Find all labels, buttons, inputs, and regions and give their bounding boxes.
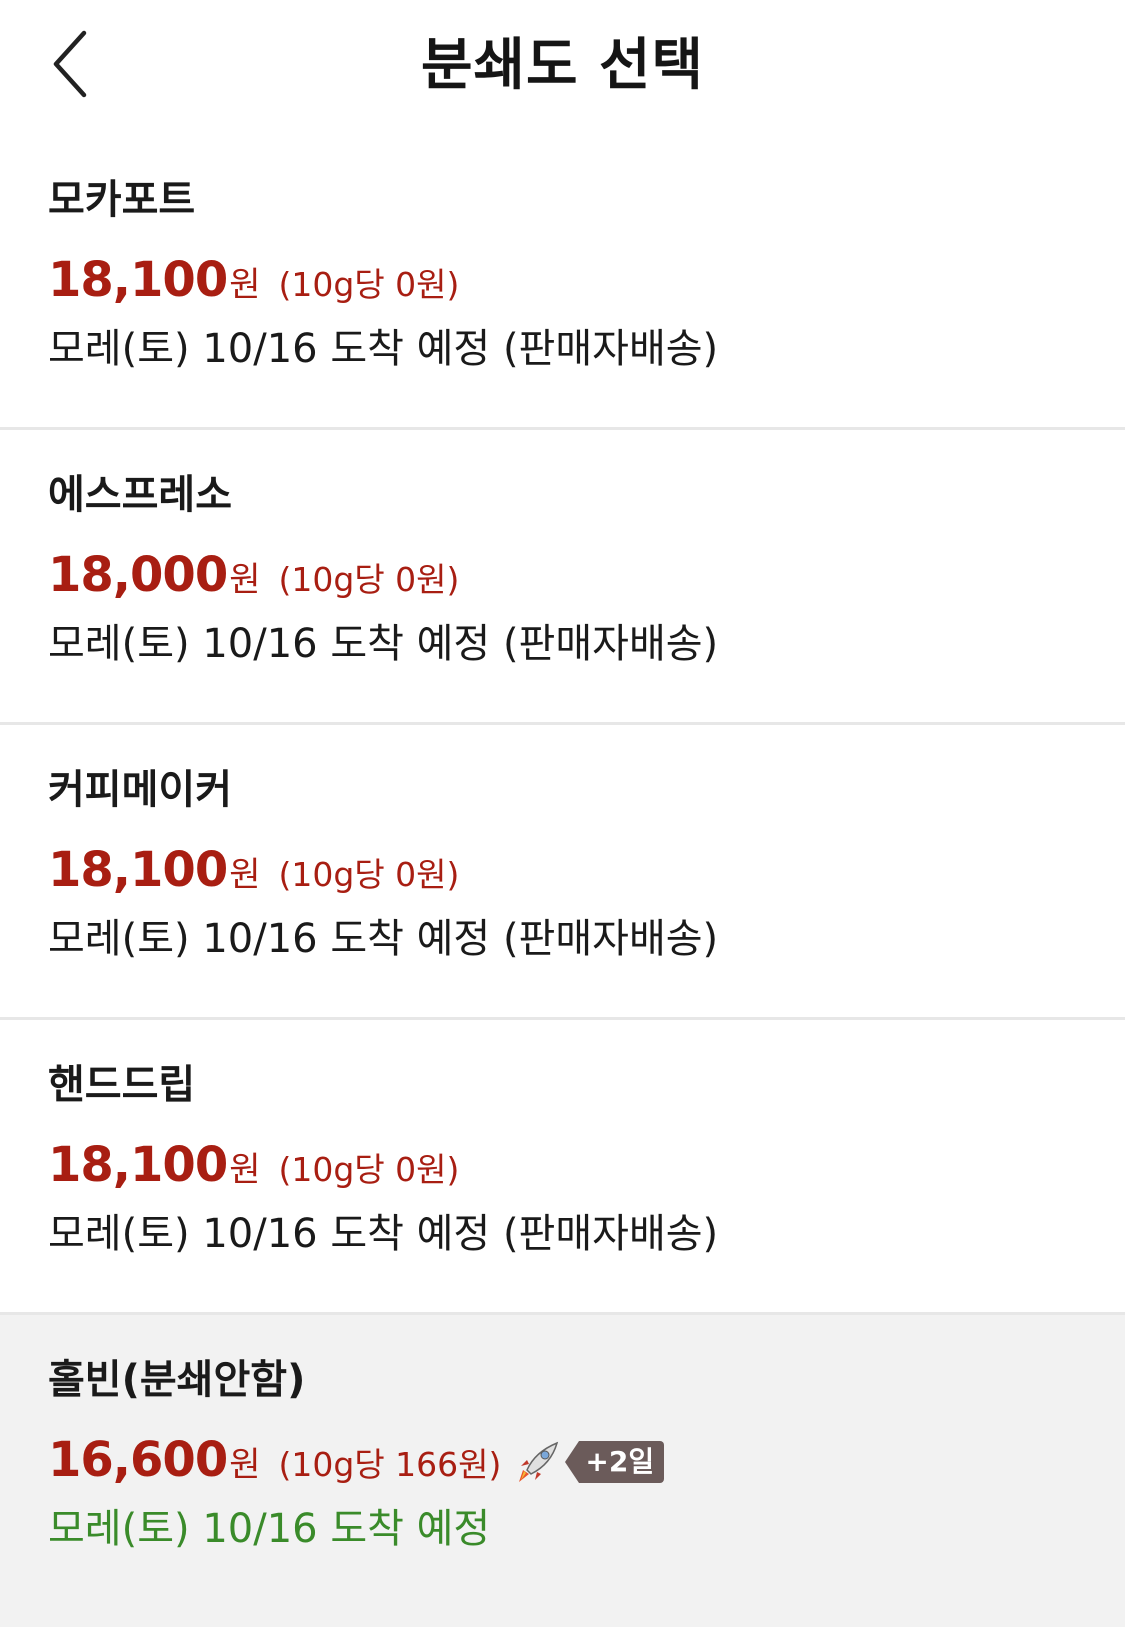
delivery-delay-badge: +2일	[565, 1441, 665, 1483]
price-value: 18,100	[48, 842, 228, 898]
unit-price: (10g당 0원)	[278, 855, 460, 894]
price-row: 16,600 원 (10g당 166원) +2일	[48, 1432, 665, 1492]
unit-price: (10g당 166원)	[278, 1445, 502, 1484]
price-row: 18,000 원 (10g당 0원)	[48, 547, 459, 607]
option-item[interactable]: 커피메이커 18,100 원 (10g당 0원) 모레(토) 10/16 도착 …	[0, 725, 1125, 1020]
price-row: 18,100 원 (10g당 0원)	[48, 1137, 459, 1197]
rocket-icon	[515, 1440, 561, 1484]
delivery-info: 모레(토) 10/16 도착 예정 (판매자배송)	[48, 916, 719, 962]
option-name: 홀빈(분쇄안함)	[48, 1357, 306, 1403]
price-value: 18,100	[48, 252, 228, 308]
price-unit: 원	[229, 265, 261, 305]
price-value: 16,600	[48, 1432, 228, 1488]
price-unit: 원	[229, 855, 261, 895]
price-unit: 원	[229, 1150, 261, 1190]
unit-price: (10g당 0원)	[278, 560, 460, 599]
option-name: 모카포트	[48, 177, 196, 223]
option-item[interactable]: 모카포트 18,100 원 (10g당 0원) 모레(토) 10/16 도착 예…	[0, 135, 1125, 430]
delivery-info: 모레(토) 10/16 도착 예정 (판매자배송)	[48, 621, 719, 667]
option-item[interactable]: 핸드드립 18,100 원 (10g당 0원) 모레(토) 10/16 도착 예…	[0, 1020, 1125, 1315]
header-bar: 분쇄도 선택	[0, 0, 1125, 135]
unit-price: (10g당 0원)	[278, 265, 460, 304]
option-name: 커피메이커	[48, 767, 232, 813]
unit-price: (10g당 0원)	[278, 1150, 460, 1189]
option-item[interactable]: 에스프레소 18,000 원 (10g당 0원) 모레(토) 10/16 도착 …	[0, 430, 1125, 725]
price-unit: 원	[229, 1445, 261, 1485]
price-value: 18,000	[48, 547, 228, 603]
delivery-info: 모레(토) 10/16 도착 예정	[48, 1506, 491, 1552]
price-row: 18,100 원 (10g당 0원)	[48, 252, 459, 312]
option-item-selected[interactable]: 홀빈(분쇄안함) 16,600 원 (10g당 166원) +2일 모레(토)	[0, 1315, 1125, 1627]
price-unit: 원	[229, 560, 261, 600]
option-name: 에스프레소	[48, 472, 232, 518]
delivery-info: 모레(토) 10/16 도착 예정 (판매자배송)	[48, 1211, 719, 1257]
price-row: 18,100 원 (10g당 0원)	[48, 842, 459, 902]
option-name: 핸드드립	[48, 1062, 196, 1108]
delivery-info: 모레(토) 10/16 도착 예정 (판매자배송)	[48, 326, 719, 372]
price-value: 18,100	[48, 1137, 228, 1193]
page-title: 분쇄도 선택	[420, 33, 705, 98]
grind-option-list: 모카포트 18,100 원 (10g당 0원) 모레(토) 10/16 도착 예…	[0, 135, 1125, 1627]
